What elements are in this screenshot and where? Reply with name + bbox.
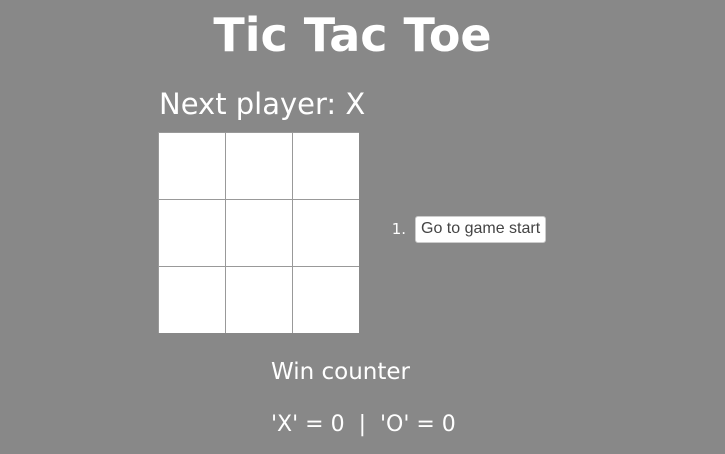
game-board [158, 132, 359, 333]
win-counter-title: Win counter [271, 359, 411, 385]
board-square-5[interactable] [226, 200, 292, 266]
move-history-list: 1. Go to game start [380, 215, 547, 243]
board-square-6[interactable] [293, 200, 359, 266]
board-square-1[interactable] [159, 133, 225, 199]
win-counter-scores: 'X' = 0 | 'O' = 0 [271, 412, 456, 437]
board-square-8[interactable] [226, 267, 292, 333]
next-player-status: Next player: X [159, 87, 366, 121]
board-square-2[interactable] [226, 133, 292, 199]
board-square-3[interactable] [293, 133, 359, 199]
move-number: 1. [391, 220, 406, 238]
move-history-item: 1. Go to game start [380, 215, 547, 243]
go-to-game-start-button[interactable]: Go to game start [415, 215, 547, 243]
board-square-7[interactable] [159, 267, 225, 333]
board-square-9[interactable] [293, 267, 359, 333]
game-title: Tic Tac Toe [213, 8, 492, 62]
board-square-4[interactable] [159, 200, 225, 266]
